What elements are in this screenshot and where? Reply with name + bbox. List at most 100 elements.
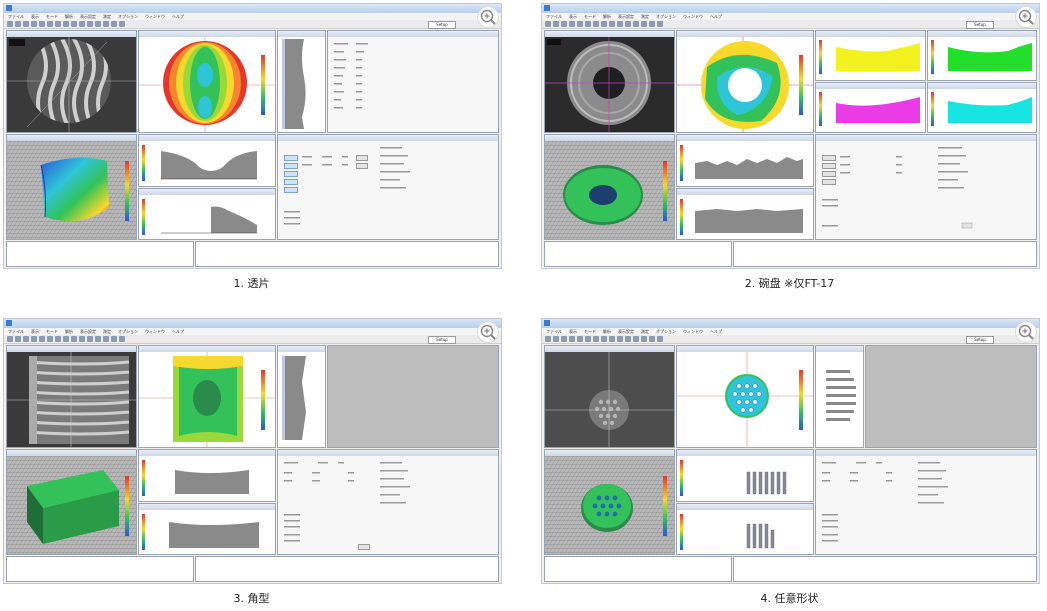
menu-item[interactable]: 表示 [569, 329, 577, 334]
menu-item[interactable]: ヘルプ [172, 14, 184, 19]
toolbar-button[interactable] [55, 21, 61, 27]
thumbnail-card-3[interactable]: ファイル 表示 モード 解析 表示設定 測定 オプション ウィンドウ ヘルプ Setup [3, 318, 503, 608]
menu-item[interactable]: オプション [118, 329, 138, 334]
menu-item[interactable]: ウィンドウ [145, 329, 165, 334]
toolbar-button[interactable] [561, 21, 567, 27]
toolbar-button[interactable] [593, 336, 599, 342]
screenshot-thumbnail[interactable]: ファイル 表示 モード 解析 表示設定 測定 オプション ウィンドウ ヘルプ Setup [3, 318, 502, 584]
toolbar-button[interactable] [625, 21, 631, 27]
toolbar-button[interactable] [641, 336, 647, 342]
toolbar-button[interactable] [71, 336, 77, 342]
thumbnail-card-4[interactable]: ファイル 表示 モード 解析 表示設定 測定 オプション ウィンドウ ヘルプ Setup [541, 318, 1041, 608]
screenshot-thumbnail[interactable]: ファイル 表示 モード 解析 表示設定 測定 オプション ウィンドウ ヘルプ Setup [541, 3, 1040, 269]
toolbar-button[interactable] [15, 336, 21, 342]
menu-item[interactable]: ウィンドウ [683, 329, 703, 334]
result-button[interactable] [358, 544, 370, 550]
toolbar-button[interactable] [609, 336, 615, 342]
toolbar-button[interactable] [561, 336, 567, 342]
toolbar-button[interactable] [553, 336, 559, 342]
zoom-button[interactable] [477, 6, 499, 28]
menu-item[interactable]: オプション [118, 14, 138, 19]
screenshot-thumbnail[interactable]: ファイル 表示 モード 解析 表示設定 測定 オプション ウィンドウ ヘルプ Setup [3, 3, 502, 269]
toolbar-button[interactable] [601, 21, 607, 27]
menu-item[interactable]: ヘルプ [172, 329, 184, 334]
toolbar-button[interactable] [649, 336, 655, 342]
toolbar-button[interactable] [47, 21, 53, 27]
toolbar-button[interactable] [625, 336, 631, 342]
toolbar-button[interactable] [601, 336, 607, 342]
menu-item[interactable]: 測定 [103, 329, 111, 334]
display-select[interactable]: Setup [428, 21, 456, 29]
toolbar-button[interactable] [87, 21, 93, 27]
menu-item[interactable]: モード [46, 14, 58, 19]
toolbar-button[interactable] [87, 336, 93, 342]
menu-item[interactable]: ファイル [8, 329, 24, 334]
zoom-button[interactable] [1015, 321, 1037, 343]
toolbar-button[interactable] [23, 21, 29, 27]
menu-item[interactable]: 表示設定 [80, 14, 96, 19]
toolbar-button[interactable] [577, 21, 583, 27]
toolbar-button[interactable] [63, 21, 69, 27]
toolbar-button[interactable] [71, 21, 77, 27]
menu-item[interactable]: 解析 [603, 329, 611, 334]
toolbar-button[interactable] [569, 336, 575, 342]
menu-item[interactable]: ファイル [546, 329, 562, 334]
toolbar-button[interactable] [23, 336, 29, 342]
menu-item[interactable]: 測定 [641, 329, 649, 334]
menu-item[interactable]: モード [46, 329, 58, 334]
menu-item[interactable]: 表示 [569, 14, 577, 19]
toolbar-button[interactable] [95, 21, 101, 27]
toolbar-button[interactable] [63, 336, 69, 342]
menu-item[interactable]: ファイル [546, 14, 562, 19]
toolbar-button[interactable] [39, 21, 45, 27]
toolbar-button[interactable] [103, 336, 109, 342]
menu-item[interactable]: オプション [656, 329, 676, 334]
menu-item[interactable]: 解析 [65, 14, 73, 19]
menu-item[interactable]: ヘルプ [710, 14, 722, 19]
thumbnail-card-1[interactable]: ファイル 表示 モード 解析 表示設定 測定 オプション ウィンドウ ヘルプ Setup [3, 3, 503, 293]
menu-item[interactable]: 測定 [103, 14, 111, 19]
toolbar-button[interactable] [15, 21, 21, 27]
toolbar-button[interactable] [649, 21, 655, 27]
thumbnail-card-2[interactable]: ファイル 表示 モード 解析 表示設定 測定 オプション ウィンドウ ヘルプ Setup [541, 3, 1041, 293]
toolbar-button[interactable] [119, 21, 125, 27]
toolbar-button[interactable] [103, 21, 109, 27]
menu-item[interactable]: 表示設定 [618, 329, 634, 334]
toolbar-button[interactable] [55, 336, 61, 342]
toolbar-button[interactable] [633, 336, 639, 342]
menu-item[interactable]: 表示設定 [618, 14, 634, 19]
toolbar-button[interactable] [657, 336, 663, 342]
toolbar-button[interactable] [47, 336, 53, 342]
toolbar-button[interactable] [577, 336, 583, 342]
toolbar-button[interactable] [95, 336, 101, 342]
toolbar-button[interactable] [585, 336, 591, 342]
toolbar-button[interactable] [31, 21, 37, 27]
toolbar-button[interactable] [111, 21, 117, 27]
toolbar-button[interactable] [545, 336, 551, 342]
menu-item[interactable]: ウィンドウ [683, 14, 703, 19]
toolbar-button[interactable] [7, 21, 13, 27]
toolbar-button[interactable] [545, 21, 551, 27]
toolbar-button[interactable] [79, 21, 85, 27]
zoom-button[interactable] [477, 321, 499, 343]
toolbar-button[interactable] [119, 336, 125, 342]
toolbar-button[interactable] [111, 336, 117, 342]
menu-item[interactable]: ウィンドウ [145, 14, 165, 19]
toolbar-button[interactable] [641, 21, 647, 27]
toolbar-button[interactable] [7, 336, 13, 342]
menu-item[interactable]: モード [584, 329, 596, 334]
toolbar-button[interactable] [31, 336, 37, 342]
display-select[interactable]: Setup [966, 21, 994, 29]
toolbar-button[interactable] [657, 21, 663, 27]
toolbar-button[interactable] [593, 21, 599, 27]
menu-item[interactable]: ファイル [8, 14, 24, 19]
toolbar-button[interactable] [633, 21, 639, 27]
toolbar-button[interactable] [617, 336, 623, 342]
menu-item[interactable]: 測定 [641, 14, 649, 19]
toolbar-button[interactable] [79, 336, 85, 342]
screenshot-thumbnail[interactable]: ファイル 表示 モード 解析 表示設定 測定 オプション ウィンドウ ヘルプ Setup [541, 318, 1040, 584]
display-select[interactable]: Setup [966, 336, 994, 344]
zoom-button[interactable] [1015, 6, 1037, 28]
toolbar-button[interactable] [609, 21, 615, 27]
menu-item[interactable]: 解析 [65, 329, 73, 334]
